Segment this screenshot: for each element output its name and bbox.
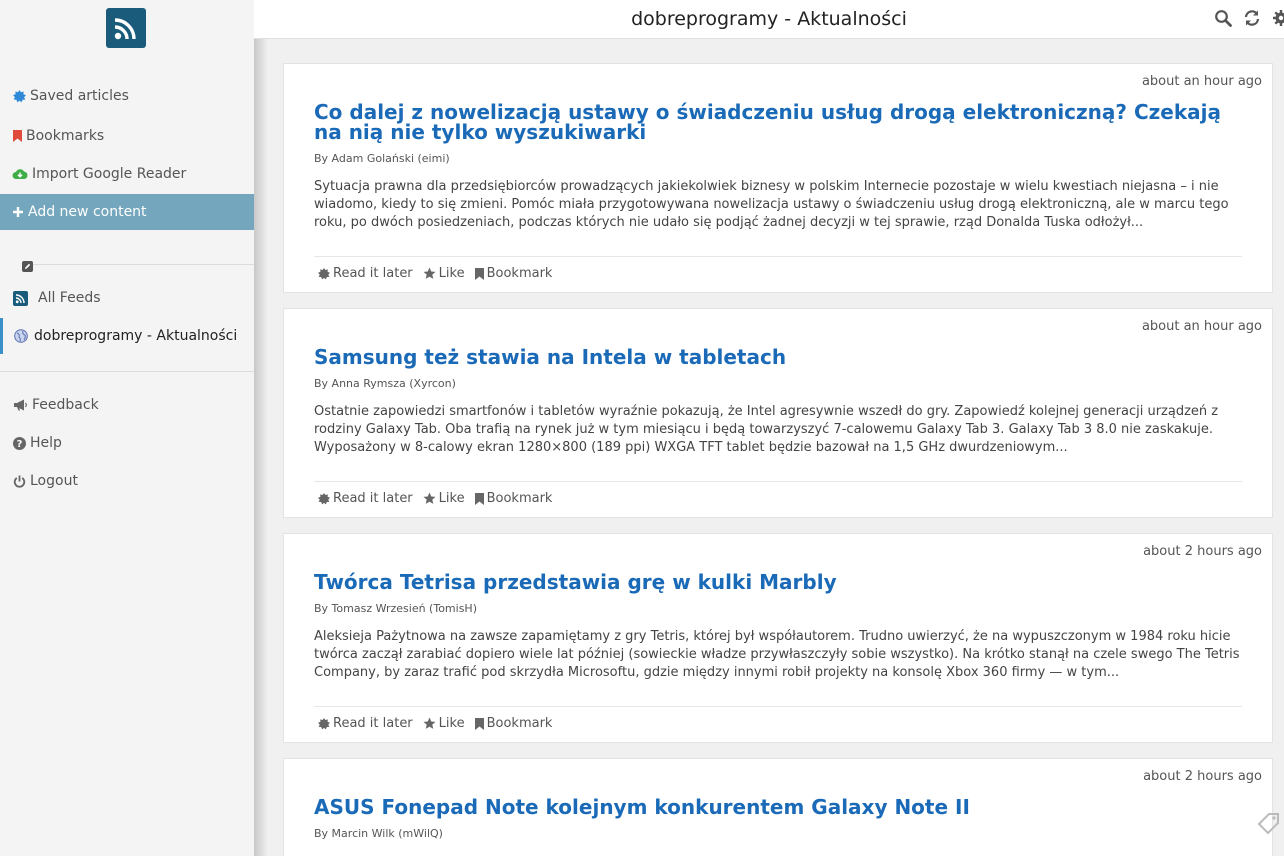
article-card: about an hour ago Samsung też stawia na … (283, 308, 1273, 518)
article-card: about an hour ago Co dalej z nowelizacją… (283, 63, 1273, 293)
like-button[interactable]: Like (423, 716, 465, 731)
cloud-download-icon (12, 167, 28, 181)
bookmark-button[interactable]: Bookmark (474, 716, 553, 731)
star-icon (423, 492, 436, 504)
article-actions: Read it later Like Bookmark (318, 491, 562, 506)
badge-icon (318, 267, 330, 279)
sidebar-item-import-google-reader[interactable]: Import Google Reader (0, 156, 254, 192)
help-icon: ? (12, 436, 26, 450)
sidebar-item-label: All Feeds (38, 290, 101, 306)
sidebar-item-feed-dobreprogramy[interactable]: dobreprogramy - Aktualności (0, 318, 254, 354)
read-later-button[interactable]: Read it later (318, 491, 413, 506)
bookmark-icon (12, 129, 22, 143)
topbar: dobreprogramy - Aktualności (254, 0, 1284, 39)
sidebar-item-help[interactable]: ? Help (0, 425, 254, 461)
read-later-label: Read it later (333, 716, 413, 731)
read-later-label: Read it later (333, 266, 413, 281)
sidebar-item-add-new-content[interactable]: Add new content (0, 194, 254, 230)
divider (22, 264, 254, 265)
page-title: dobreprogramy - Aktualności (631, 8, 907, 30)
sidebar: Saved articles Bookmarks Import Google R… (0, 0, 254, 856)
like-label: Like (438, 491, 465, 506)
sidebar-item-label: Saved articles (30, 88, 129, 104)
like-button[interactable]: Like (423, 491, 465, 506)
sidebar-item-feedback[interactable]: Feedback (0, 387, 254, 423)
article-actions: Read it later Like Bookmark (318, 716, 562, 731)
rss-logo-icon[interactable] (106, 8, 146, 48)
article-summary: Aleksieja Pażytnowa na zawsze zapamiętam… (314, 629, 1240, 680)
bookmark-button[interactable]: Bookmark (474, 491, 553, 506)
power-icon (12, 474, 26, 488)
badge-icon (318, 717, 330, 729)
sidebar-item-label: dobreprogramy - Aktualności (34, 328, 238, 344)
article-author: By Tomasz Wrzesień (TomisH) (314, 602, 477, 615)
sidebar-item-label: Feedback (32, 397, 99, 413)
bookmark-label: Bookmark (486, 491, 553, 506)
bookmark-icon (474, 492, 484, 505)
sidebar-item-label: Import Google Reader (32, 166, 187, 182)
read-later-button[interactable]: Read it later (318, 716, 413, 731)
article-title[interactable]: Twórca Tetrisa przedstawia grę w kulki M… (314, 572, 1244, 592)
refresh-icon[interactable] (1243, 9, 1261, 27)
article-author: By Anna Rymsza (Xyrcon) (314, 377, 456, 390)
divider (314, 706, 1242, 707)
gear-icon[interactable] (1272, 9, 1284, 27)
article-summary: Sytuacja prawna dla przedsiębiorców prow… (314, 179, 1229, 230)
divider (314, 256, 1242, 257)
article-title[interactable]: Co dalej z nowelizacją ustawy o świadcze… (314, 102, 1244, 142)
sidebar-item-label: Help (30, 435, 62, 451)
like-label: Like (438, 266, 465, 281)
globe-icon (14, 329, 28, 343)
edit-icon[interactable] (22, 257, 33, 272)
article-time: about 2 hours ago (1143, 544, 1262, 559)
bookmark-label: Bookmark (486, 266, 553, 281)
read-later-label: Read it later (333, 491, 413, 506)
article-card: about 2 hours ago Twórca Tetrisa przedst… (283, 533, 1273, 743)
search-icon[interactable] (1214, 9, 1232, 27)
svg-text:?: ? (16, 439, 22, 450)
sidebar-item-all-feeds[interactable]: All Feeds (0, 280, 254, 316)
article-author: By Marcin Wilk (mWilQ) (314, 827, 443, 840)
article-title[interactable]: ASUS Fonepad Note kolejnym konkurentem G… (314, 797, 1244, 817)
star-icon (423, 717, 436, 729)
like-button[interactable]: Like (423, 266, 465, 281)
divider (0, 371, 254, 372)
bookmark-icon (474, 267, 484, 280)
article-actions: Read it later Like Bookmark (318, 266, 562, 281)
megaphone-icon (12, 398, 28, 412)
article-time: about an hour ago (1141, 74, 1262, 89)
bookmark-icon (474, 717, 484, 730)
read-later-button[interactable]: Read it later (318, 266, 413, 281)
article-time: about 2 hours ago (1143, 769, 1262, 784)
sidebar-item-label: Add new content (28, 204, 147, 220)
sidebar-item-bookmarks[interactable]: Bookmarks (0, 118, 254, 154)
star-icon (423, 267, 436, 279)
plus-icon (12, 205, 24, 219)
scroll-tag-icon[interactable] (1256, 810, 1282, 836)
sidebar-item-label: Bookmarks (26, 128, 105, 144)
article-card: about 2 hours ago ASUS Fonepad Note kole… (283, 758, 1273, 856)
sidebar-item-label: Logout (30, 473, 78, 489)
badge-icon (12, 89, 26, 103)
divider (314, 481, 1242, 482)
bookmark-label: Bookmark (486, 716, 553, 731)
article-title[interactable]: Samsung też stawia na Intela w tabletach (314, 347, 1244, 367)
sidebar-item-saved-articles[interactable]: Saved articles (0, 78, 254, 114)
sidebar-item-logout[interactable]: Logout (0, 463, 254, 499)
sidebar-shadow (254, 39, 268, 856)
bookmark-button[interactable]: Bookmark (474, 266, 553, 281)
like-label: Like (438, 716, 465, 731)
article-time: about an hour ago (1141, 319, 1262, 334)
article-summary: Ostatnie zapowiedzi smartfonów i tabletó… (314, 404, 1219, 455)
article-author: By Adam Golański (eimi) (314, 152, 450, 165)
rss-icon (12, 290, 28, 306)
badge-icon (318, 492, 330, 504)
